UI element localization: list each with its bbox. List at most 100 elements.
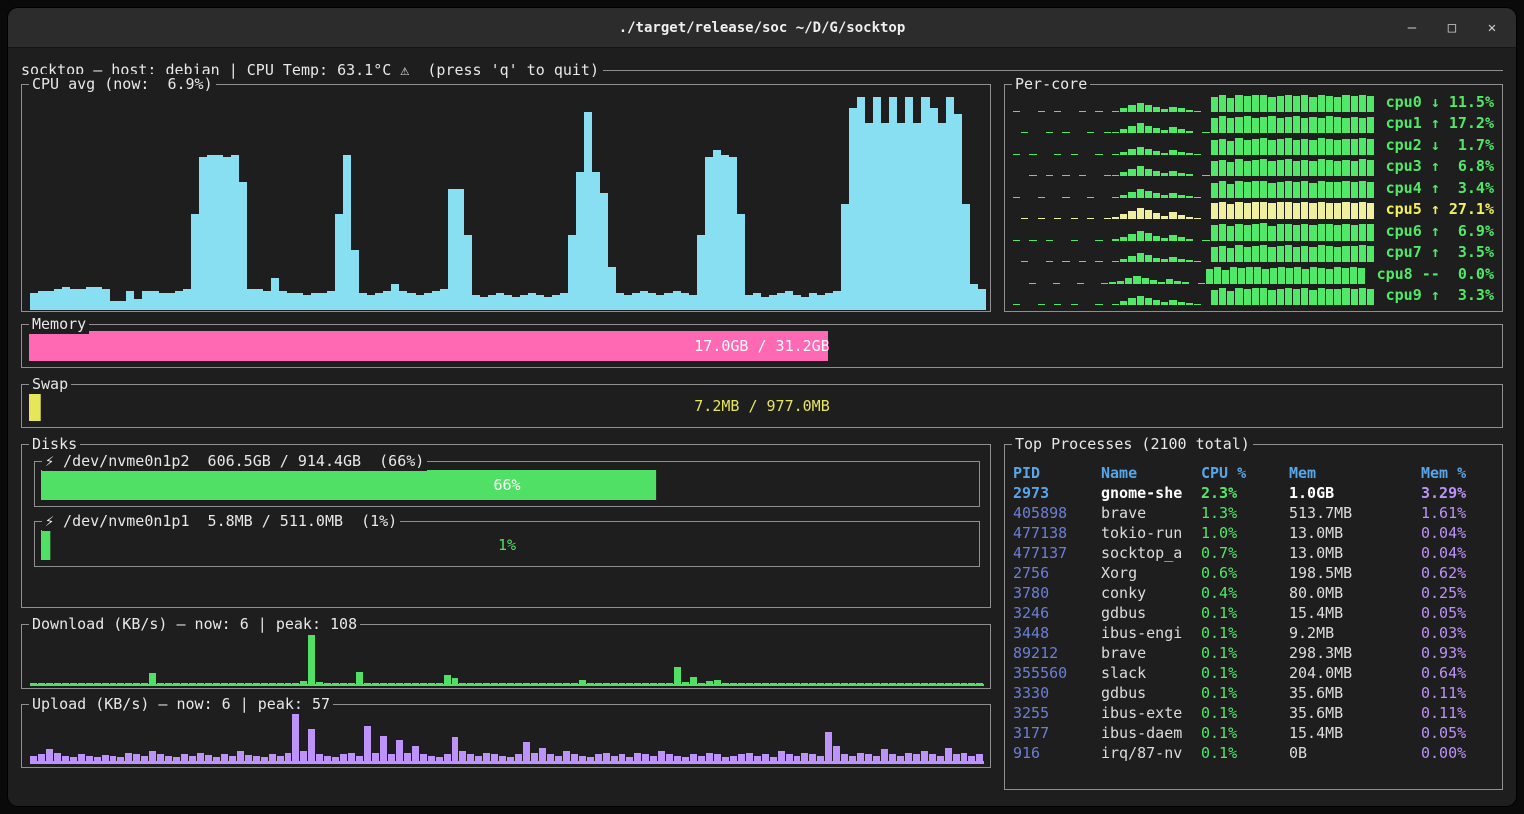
chart-bar [706, 681, 713, 684]
cpu-history-chart [30, 97, 986, 310]
mem-pct-cell: 0.62% [1421, 563, 1498, 583]
chart-bar [380, 736, 387, 761]
bolt-icon: ⚡ [45, 512, 54, 530]
chart-bar [737, 214, 745, 310]
chart-bar [738, 754, 745, 761]
sparkline-bar [1294, 267, 1301, 283]
process-row[interactable]: 89212brave0.1%298.3MB0.93% [1013, 643, 1498, 663]
process-row[interactable]: 3330gdbus0.1%35.6MB0.11% [1013, 683, 1498, 703]
chart-bar [54, 289, 62, 310]
process-row[interactable]: 3448ibus-engi0.1%9.2MB0.03% [1013, 623, 1498, 643]
sparkline-bar [1342, 139, 1349, 155]
process-row[interactable]: 2973gnome-she2.3%1.0GB3.29% [1013, 483, 1498, 503]
sparkline-bar [1194, 154, 1201, 155]
process-row[interactable]: 3780conky0.4%80.0MB0.25% [1013, 583, 1498, 603]
sparkline-bar [1326, 224, 1333, 240]
sparkline-bar [1145, 126, 1152, 134]
name-cell: conky [1101, 583, 1201, 603]
chart-bar [801, 753, 808, 761]
chart-bar [658, 751, 665, 761]
chart-bar [682, 682, 689, 684]
chart-bar [86, 683, 93, 684]
sparkline-bar [1120, 108, 1127, 112]
sparkline-bar [1260, 202, 1267, 220]
chart-bar [777, 293, 785, 310]
chart-bar [388, 683, 395, 684]
sparkline-bar [1112, 304, 1119, 305]
sparkline-bar [1342, 118, 1349, 134]
sparkline-bar [1071, 154, 1078, 155]
sparkline-bar [1309, 225, 1316, 240]
sparkline-bar [1038, 111, 1045, 112]
maximize-icon[interactable]: □ [1444, 20, 1460, 36]
disk-title: ⚡ /dev/nvme0n1p1 5.8MB / 511.0MB (1%) [42, 511, 400, 531]
process-row[interactable]: 405898brave1.3%513.7MB1.61% [1013, 503, 1498, 523]
mem-cell: 13.0MB [1289, 543, 1421, 563]
core-sparkline [1013, 201, 1376, 219]
sparkline-bar [1046, 261, 1053, 262]
process-row[interactable]: 916irq/87-nv0.1%0B0.00% [1013, 743, 1498, 763]
sparkline-bar [1161, 302, 1168, 305]
chart-bar [754, 756, 761, 761]
process-row[interactable]: 477137socktop_a0.7%13.0MB0.04% [1013, 543, 1498, 563]
process-row[interactable]: 2756Xorg0.6%198.5MB0.62% [1013, 563, 1498, 583]
chart-bar [78, 289, 86, 310]
sparkline-bar [1186, 217, 1193, 220]
process-row[interactable]: 3255ibus-exte0.1%35.6MB0.11% [1013, 703, 1498, 723]
sparkline-bar [1326, 96, 1333, 112]
sparkline-bar [1137, 123, 1144, 133]
chart-bar [705, 157, 713, 310]
sparkline-bar [1133, 276, 1140, 284]
sparkline-bar [1235, 181, 1242, 198]
sparkline-bar [1169, 212, 1176, 219]
chart-bar [229, 756, 236, 761]
chart-bar [738, 683, 745, 684]
sparkline-bar [1137, 147, 1144, 155]
chart-bar [30, 756, 37, 761]
app-window: ./target/release/soc ~/D/G/socktop – □ ✕… [8, 8, 1516, 806]
minimize-icon[interactable]: – [1404, 20, 1420, 36]
sparkline-bar [1186, 303, 1193, 305]
column-header: Mem [1289, 463, 1421, 483]
cpu-avg-panel-title: CPU avg (now: 6.9%) [29, 74, 216, 94]
sparkline-bar [1309, 140, 1316, 155]
close-icon[interactable]: ✕ [1484, 20, 1500, 36]
chart-bar [552, 295, 560, 310]
chart-bar [881, 123, 889, 310]
chart-bar [937, 756, 944, 761]
chart-bar [555, 756, 562, 761]
chart-bar [921, 97, 929, 310]
sparkline-bar [1238, 268, 1245, 283]
chart-bar [165, 756, 172, 761]
chart-bar [271, 278, 279, 310]
process-row[interactable]: 355560slack0.1%204.0MB0.64% [1013, 663, 1498, 683]
chart-bar [189, 683, 196, 684]
sparkline-bar [1120, 237, 1127, 241]
chart-bar [237, 751, 244, 761]
sparkline-bar [1260, 245, 1267, 262]
chart-bar [945, 748, 952, 761]
chart-bar [897, 123, 905, 310]
sparkline-bar [1211, 97, 1218, 112]
chart-bar [937, 683, 944, 684]
chart-bar [440, 289, 448, 310]
chart-bar [467, 683, 474, 684]
chart-bar [78, 754, 85, 761]
chart-bar [475, 683, 482, 684]
chart-bar [316, 754, 323, 761]
process-row[interactable]: 3177ibus-daem0.1%15.4MB0.05% [1013, 723, 1498, 743]
chart-bar [841, 204, 849, 311]
sparkline-bar [1117, 281, 1124, 284]
process-row[interactable]: 477138tokio-run1.0%13.0MB0.04% [1013, 523, 1498, 543]
sparkline-bar [1227, 204, 1234, 219]
sparkline-bar [1301, 160, 1308, 177]
process-row[interactable]: 3246gdbus0.1%15.4MB0.05% [1013, 603, 1498, 623]
chart-bar [730, 756, 737, 761]
chart-bar [279, 291, 287, 310]
cpu-avg-panel: CPU avg (now: 6.9%) [21, 84, 991, 312]
titlebar[interactable]: ./target/release/soc ~/D/G/socktop – □ ✕ [8, 8, 1516, 48]
chart-bar [515, 754, 522, 761]
chart-bar [292, 683, 299, 684]
sparkline-bar [1128, 298, 1135, 305]
sparkline-bar [1145, 169, 1152, 177]
